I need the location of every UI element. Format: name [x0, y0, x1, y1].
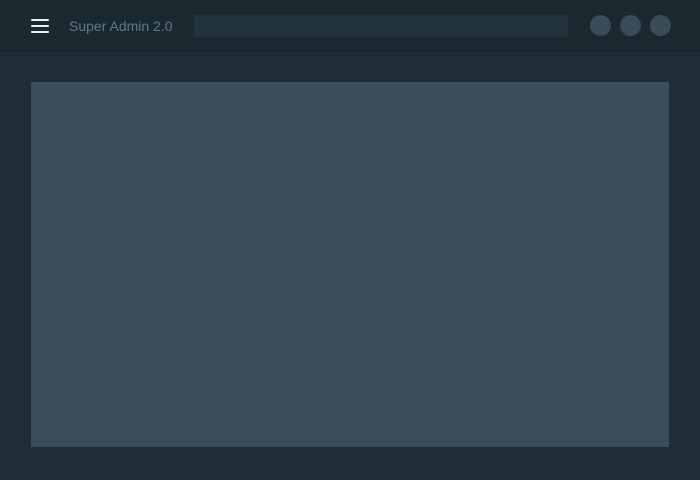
header-action-button-2[interactable]: [620, 15, 641, 36]
main-content-panel: [31, 82, 669, 447]
header-action-button-3[interactable]: [650, 15, 671, 36]
search-input[interactable]: [194, 15, 568, 37]
app-title: Super Admin 2.0: [69, 18, 173, 34]
hamburger-menu-icon: [31, 25, 49, 27]
top-bar: Super Admin 2.0: [0, 0, 700, 52]
hamburger-menu-button[interactable]: [28, 14, 52, 38]
hamburger-menu-icon: [31, 19, 49, 21]
header-action-button-1[interactable]: [590, 15, 611, 36]
hamburger-menu-icon: [31, 31, 49, 33]
